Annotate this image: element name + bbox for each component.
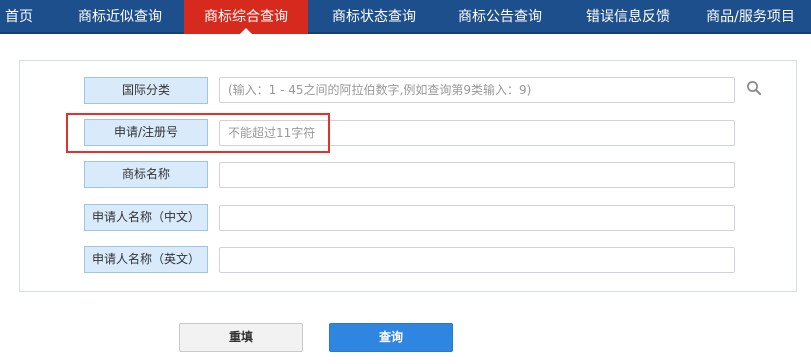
trademark-name-label: 商标名称 <box>84 161 208 188</box>
nav-item-comprehensive-search[interactable]: 商标综合查询 <box>184 0 308 34</box>
nav-item-announcement-search[interactable]: 商标公告查询 <box>438 0 562 34</box>
top-navigation: 首页 商标近似查询 商标综合查询 商标状态查询 商标公告查询 错误信息反馈 商品… <box>0 0 811 34</box>
applicant-name-english-label: 申请人名称（英文） <box>84 246 208 273</box>
nav-item-status-search[interactable]: 商标状态查询 <box>312 0 436 34</box>
nav-item-similar-search[interactable]: 商标近似查询 <box>58 0 182 34</box>
international-class-label: 国际分类 <box>84 77 208 104</box>
registration-number-input[interactable] <box>219 120 735 146</box>
nav-item-goods-services[interactable]: 商品/服务项目 <box>690 0 811 34</box>
trademark-name-input[interactable] <box>219 162 735 188</box>
applicant-name-english-input[interactable] <box>219 247 735 273</box>
nav-item-home[interactable]: 首页 <box>0 0 38 34</box>
nav-item-error-feedback[interactable]: 错误信息反馈 <box>566 0 690 34</box>
search-icon[interactable] <box>746 80 762 96</box>
international-class-input[interactable] <box>219 77 735 103</box>
applicant-name-chinese-input[interactable] <box>219 205 735 231</box>
registration-number-label: 申请/注册号 <box>84 119 208 146</box>
query-button[interactable]: 查询 <box>329 323 453 352</box>
applicant-name-chinese-label: 申请人名称（中文） <box>84 204 208 231</box>
reset-button[interactable]: 重填 <box>179 323 303 352</box>
